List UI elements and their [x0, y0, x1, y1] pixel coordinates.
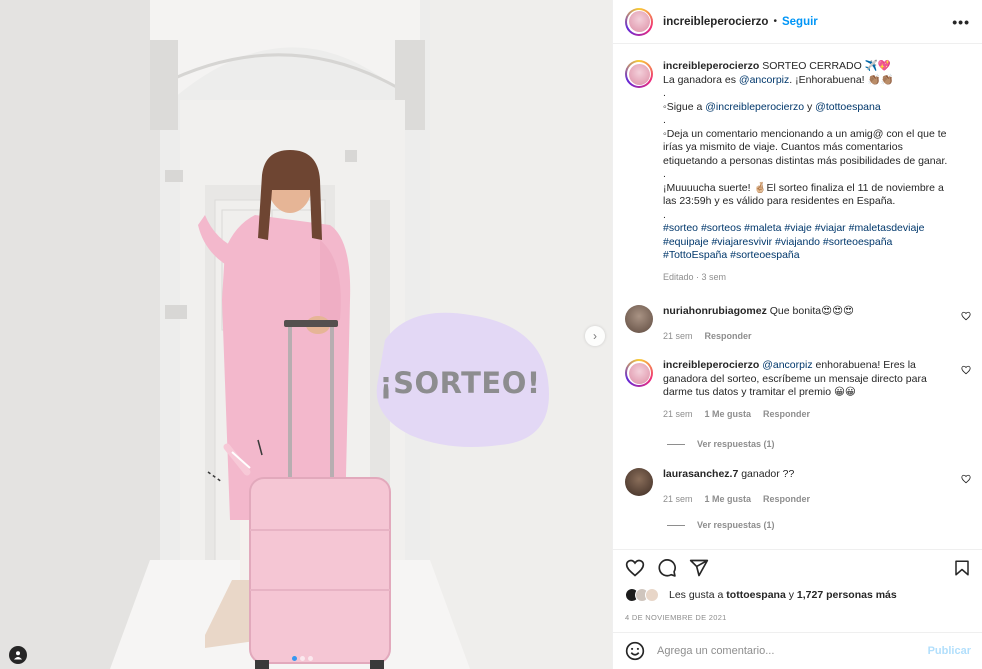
- reply-button[interactable]: Responder: [705, 330, 752, 344]
- carousel-dot: [300, 656, 305, 661]
- comments-section[interactable]: increibleperocierzo SORTEO CERRADO ✈️💖 L…: [613, 45, 982, 549]
- comment-text: Que bonita😍😍😍: [769, 305, 854, 317]
- carousel-dot-active: [292, 656, 297, 661]
- caption-luck: ¡Muuuucha suerte! 🤞🏼El sorteo finaliza e…: [663, 181, 944, 208]
- post-actions: Les gusta a tottoespana y 1,727 personas…: [613, 549, 982, 622]
- photo-scene: [0, 0, 612, 669]
- caption-dot: .: [663, 87, 666, 99]
- comment-item: laurasanchez.7 ganador ?? 21 sem 1 Me gu…: [625, 468, 975, 506]
- likes-mid: y: [785, 589, 797, 601]
- comment-likes[interactable]: 1 Me gusta: [705, 493, 752, 507]
- author-username[interactable]: increibleperocierzo: [663, 16, 768, 28]
- reply-button[interactable]: Responder: [763, 493, 810, 507]
- comment-meta: 21 sem 1 Me gusta Responder: [663, 493, 953, 507]
- carousel-dot: [308, 656, 313, 661]
- caption-meta: Editado · 3 sem: [663, 271, 727, 282]
- caption-title: SORTEO CERRADO ✈️💖: [762, 60, 891, 72]
- caption-username[interactable]: increibleperocierzo: [663, 60, 759, 72]
- caption-step1-mid: y: [804, 100, 816, 113]
- mention-link[interactable]: @increibleperocierzo: [705, 101, 804, 113]
- comment-time[interactable]: 21 sem: [663, 493, 693, 507]
- likes-count[interactable]: 1,727 personas más: [797, 589, 897, 601]
- caption-step2: ◦Deja un comentario mencionando a un ami…: [663, 127, 948, 167]
- comment-meta: 21 sem Responder: [663, 330, 953, 344]
- post-side-panel: increibleperocierzo • Seguir ••• increib…: [612, 0, 982, 669]
- caption-dot: .: [663, 114, 666, 126]
- mention-link[interactable]: @tottoespana: [815, 101, 881, 113]
- view-replies-button[interactable]: Ver respuestas (1): [667, 439, 775, 449]
- commenter-avatar[interactable]: [625, 305, 653, 333]
- view-replies-label[interactable]: Ver respuestas (1): [697, 520, 775, 530]
- reply-button[interactable]: Responder: [763, 408, 810, 422]
- caption-edited: Editado: [663, 271, 694, 282]
- header-separator: •: [773, 16, 777, 27]
- caption-step1-pre: ◦Sigue a: [663, 100, 706, 113]
- comment-body: increibleperocierzo @ancorpiz enhorabuen…: [663, 359, 953, 421]
- caption-time[interactable]: 3 sem: [702, 272, 727, 282]
- comment-icon[interactable]: [657, 558, 677, 578]
- comment-item: nuriahonrubiagomez Que bonita😍😍😍 21 sem …: [625, 305, 975, 343]
- liker-avatars: [625, 588, 667, 602]
- user-tag-icon[interactable]: [9, 646, 27, 664]
- comment-body: nuriahonrubiagomez Que bonita😍😍😍 21 sem …: [663, 305, 953, 343]
- heart-icon[interactable]: [961, 474, 971, 484]
- commenter-avatar[interactable]: [625, 359, 653, 387]
- view-replies-label[interactable]: Ver respuestas (1): [697, 439, 775, 449]
- caption: increibleperocierzo SORTEO CERRADO ✈️💖 L…: [625, 60, 975, 284]
- comment-body: laurasanchez.7 ganador ?? 21 sem 1 Me gu…: [663, 468, 953, 506]
- caption-dot: .: [663, 168, 666, 180]
- comment-meta: 21 sem 1 Me gusta Responder: [663, 408, 953, 422]
- follow-button[interactable]: Seguir: [782, 16, 818, 28]
- heart-icon[interactable]: [961, 311, 971, 321]
- action-icons: [613, 550, 982, 586]
- mention-link[interactable]: @ancorpiz: [739, 74, 789, 86]
- comment-text: ganador ??: [741, 468, 795, 480]
- caption-dot: .: [663, 208, 666, 221]
- caption-hashtags[interactable]: #sorteo #sorteos #maleta #viaje #viajar …: [663, 222, 924, 261]
- comment-username[interactable]: nuriahonrubiagomez: [663, 305, 767, 317]
- comment-time[interactable]: 21 sem: [663, 408, 693, 422]
- likes-summary[interactable]: Les gusta a tottoespana y 1,727 personas…: [625, 588, 897, 602]
- post-photo[interactable]: ¡SORTEO! ›: [0, 0, 612, 669]
- share-icon[interactable]: [689, 558, 709, 578]
- view-replies-button[interactable]: Ver respuestas (1): [667, 520, 775, 530]
- giveaway-overlay-text: ¡SORTEO!: [379, 366, 541, 400]
- comment-item: increibleperocierzo @ancorpiz enhorabuen…: [625, 359, 975, 421]
- comment-username[interactable]: laurasanchez.7: [663, 468, 738, 480]
- commenter-avatar[interactable]: [625, 468, 653, 496]
- likes-user[interactable]: tottoespana: [726, 589, 786, 601]
- more-options-icon[interactable]: •••: [952, 14, 970, 30]
- heart-icon[interactable]: [961, 365, 971, 375]
- add-comment-bar: Publicar: [613, 632, 982, 669]
- comment-time[interactable]: 21 sem: [663, 330, 693, 344]
- mention-link[interactable]: @ancorpiz: [762, 359, 812, 371]
- author-avatar[interactable]: [625, 7, 653, 36]
- bookmark-icon[interactable]: [953, 558, 971, 578]
- post-header: increibleperocierzo • Seguir •••: [613, 0, 982, 44]
- avatar: [645, 588, 659, 602]
- heart-icon[interactable]: [625, 558, 645, 578]
- comment-input[interactable]: [657, 645, 917, 657]
- caption-body: increibleperocierzo SORTEO CERRADO ✈️💖 L…: [663, 60, 953, 284]
- caption-avatar[interactable]: [625, 60, 653, 88]
- instagram-post-view: ¡SORTEO! › increibleperocierzo • Seguir …: [0, 0, 982, 669]
- carousel-indicator: [292, 656, 313, 661]
- likes-prefix: Les gusta a: [669, 589, 724, 601]
- emoji-icon[interactable]: [625, 641, 645, 661]
- comment-username[interactable]: increibleperocierzo: [663, 359, 759, 371]
- post-date[interactable]: 4 DE NOVIEMBRE DE 2021: [625, 613, 727, 622]
- publish-button[interactable]: Publicar: [928, 645, 971, 657]
- chevron-right-icon[interactable]: ›: [585, 326, 605, 346]
- caption-line1-post: . ¡Enhorabuena! 👏🏽👏🏽: [789, 73, 894, 86]
- comment-likes[interactable]: 1 Me gusta: [705, 408, 752, 422]
- caption-line1-pre: La ganadora es: [663, 73, 739, 86]
